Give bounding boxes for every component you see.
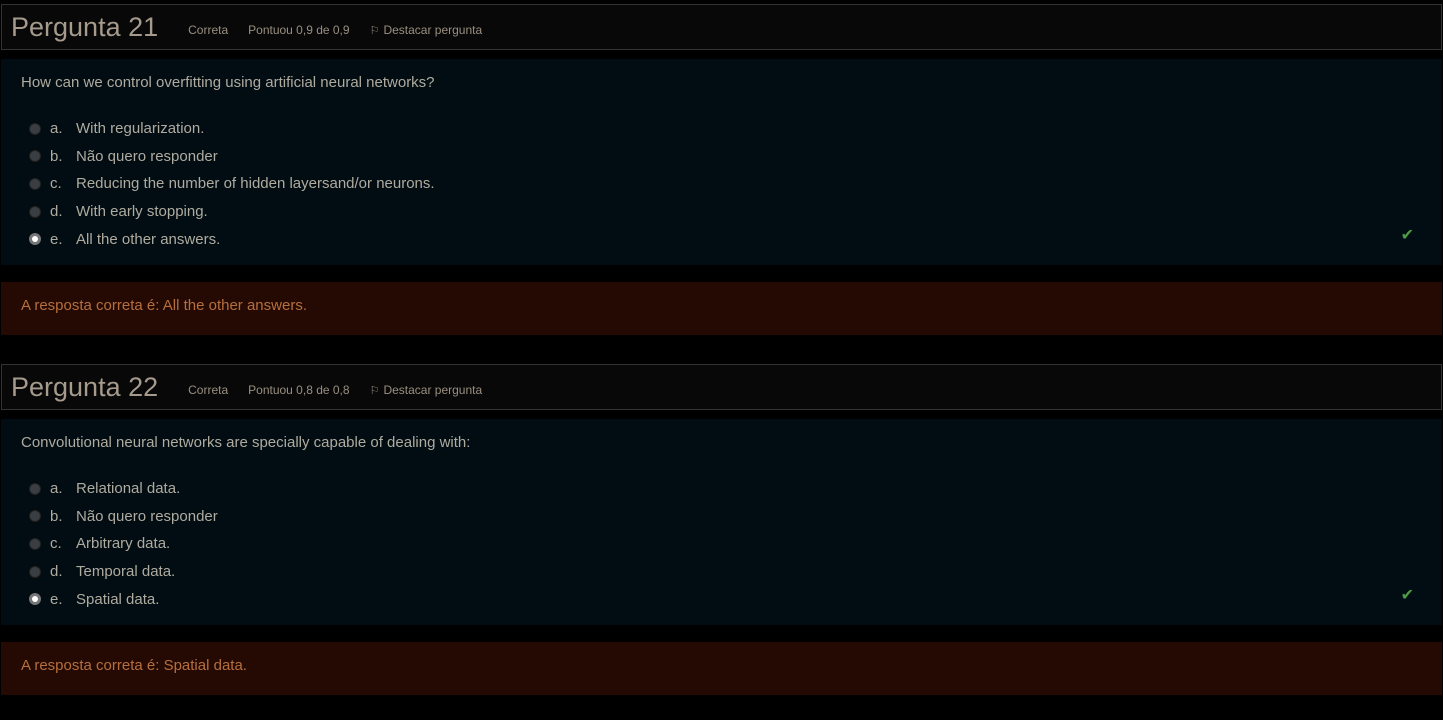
option-text: With regularization.: [76, 120, 205, 137]
option-letter: c.: [50, 175, 62, 193]
answer-option[interactable]: a. Relational data.: [29, 480, 180, 497]
option-text: Arbitrary data.: [76, 535, 171, 553]
flag-question-link[interactable]: ⚐ Destacar pergunta: [370, 23, 483, 37]
question-text: Convolutional neural networks are specia…: [21, 434, 471, 451]
option-letter: a.: [50, 480, 63, 497]
flag-label: Destacar pergunta: [383, 383, 483, 397]
flag-icon: ⚐: [369, 25, 380, 37]
question-block: Pergunta 22 Correta Pontuou 0,8 de 0,8 ⚐…: [0, 360, 1443, 720]
option-text: Relational data.: [76, 480, 181, 497]
score-label: Pontuou 0,9 de 0,9: [248, 23, 350, 37]
flag-label: Destacar pergunta: [383, 23, 483, 37]
radio-button[interactable]: [29, 510, 41, 523]
answer-option[interactable]: a. With regularization.: [29, 120, 204, 137]
radio-button[interactable]: [29, 482, 41, 495]
question-title: Pergunta 21: [11, 11, 159, 42]
radio-button[interactable]: [29, 205, 41, 218]
answer-option[interactable]: c. Arbitrary data.: [29, 535, 170, 552]
flag-icon: ⚐: [369, 385, 380, 397]
answer-option[interactable]: e. All the other answers.: [29, 231, 220, 248]
status-label: Correta: [188, 383, 229, 397]
answer-option[interactable]: d. With early stopping.: [29, 203, 208, 220]
radio-button[interactable]: [29, 537, 41, 550]
option-text: Não quero responder: [76, 147, 218, 165]
option-letter: e.: [50, 230, 63, 248]
feedback-box: A resposta correta é: Spatial data.: [1, 642, 1442, 695]
question-content: Convolutional neural networks are specia…: [1, 419, 1442, 625]
answer-option[interactable]: b. Não quero responder: [29, 148, 218, 165]
option-letter: a.: [50, 120, 63, 137]
option-letter: c.: [50, 535, 62, 553]
status-label: Correta: [188, 23, 229, 37]
option-text: Reducing the number of hidden layersand/…: [76, 175, 435, 193]
correct-answer-text: A resposta correta é: Spatial data.: [21, 657, 247, 674]
answer-option[interactable]: b. Não quero responder: [29, 508, 218, 525]
option-text: With early stopping.: [76, 203, 208, 221]
option-letter: d.: [50, 563, 63, 581]
radio-button[interactable]: [29, 177, 41, 190]
question-header: Pergunta 21 Correta Pontuou 0,9 de 0,9 ⚐…: [1, 4, 1442, 50]
option-text: All the other answers.: [76, 230, 221, 248]
answer-option[interactable]: c. Reducing the number of hidden layersa…: [29, 175, 435, 192]
radio-button[interactable]: [29, 122, 41, 135]
radio-button[interactable]: [29, 150, 41, 163]
question-content: How can we control overfitting using art…: [1, 59, 1442, 265]
option-letter: b.: [50, 147, 63, 165]
correct-answer-text: A resposta correta é: All the other answ…: [21, 297, 307, 314]
check-icon: ✔: [1400, 227, 1414, 244]
feedback-box: A resposta correta é: All the other answ…: [1, 282, 1442, 335]
option-letter: d.: [50, 203, 63, 221]
score-label: Pontuou 0,8 de 0,8: [248, 383, 350, 397]
answer-option[interactable]: d. Temporal data.: [29, 563, 175, 580]
question-block: Pergunta 21 Correta Pontuou 0,9 de 0,9 ⚐…: [0, 0, 1443, 360]
radio-button[interactable]: [29, 233, 41, 246]
option-text: Spatial data.: [76, 590, 160, 608]
option-letter: b.: [50, 507, 63, 525]
option-text: Temporal data.: [76, 563, 176, 581]
option-letter: e.: [50, 590, 63, 608]
radio-button[interactable]: [29, 565, 41, 578]
check-icon: ✔: [1400, 587, 1414, 604]
question-text: How can we control overfitting using art…: [21, 74, 435, 91]
option-text: Não quero responder: [76, 507, 218, 525]
flag-question-link[interactable]: ⚐ Destacar pergunta: [370, 383, 483, 397]
radio-button[interactable]: [29, 593, 41, 606]
question-header: Pergunta 22 Correta Pontuou 0,8 de 0,8 ⚐…: [1, 364, 1442, 410]
answer-option[interactable]: e. Spatial data.: [29, 591, 159, 608]
question-title: Pergunta 22: [11, 371, 159, 402]
